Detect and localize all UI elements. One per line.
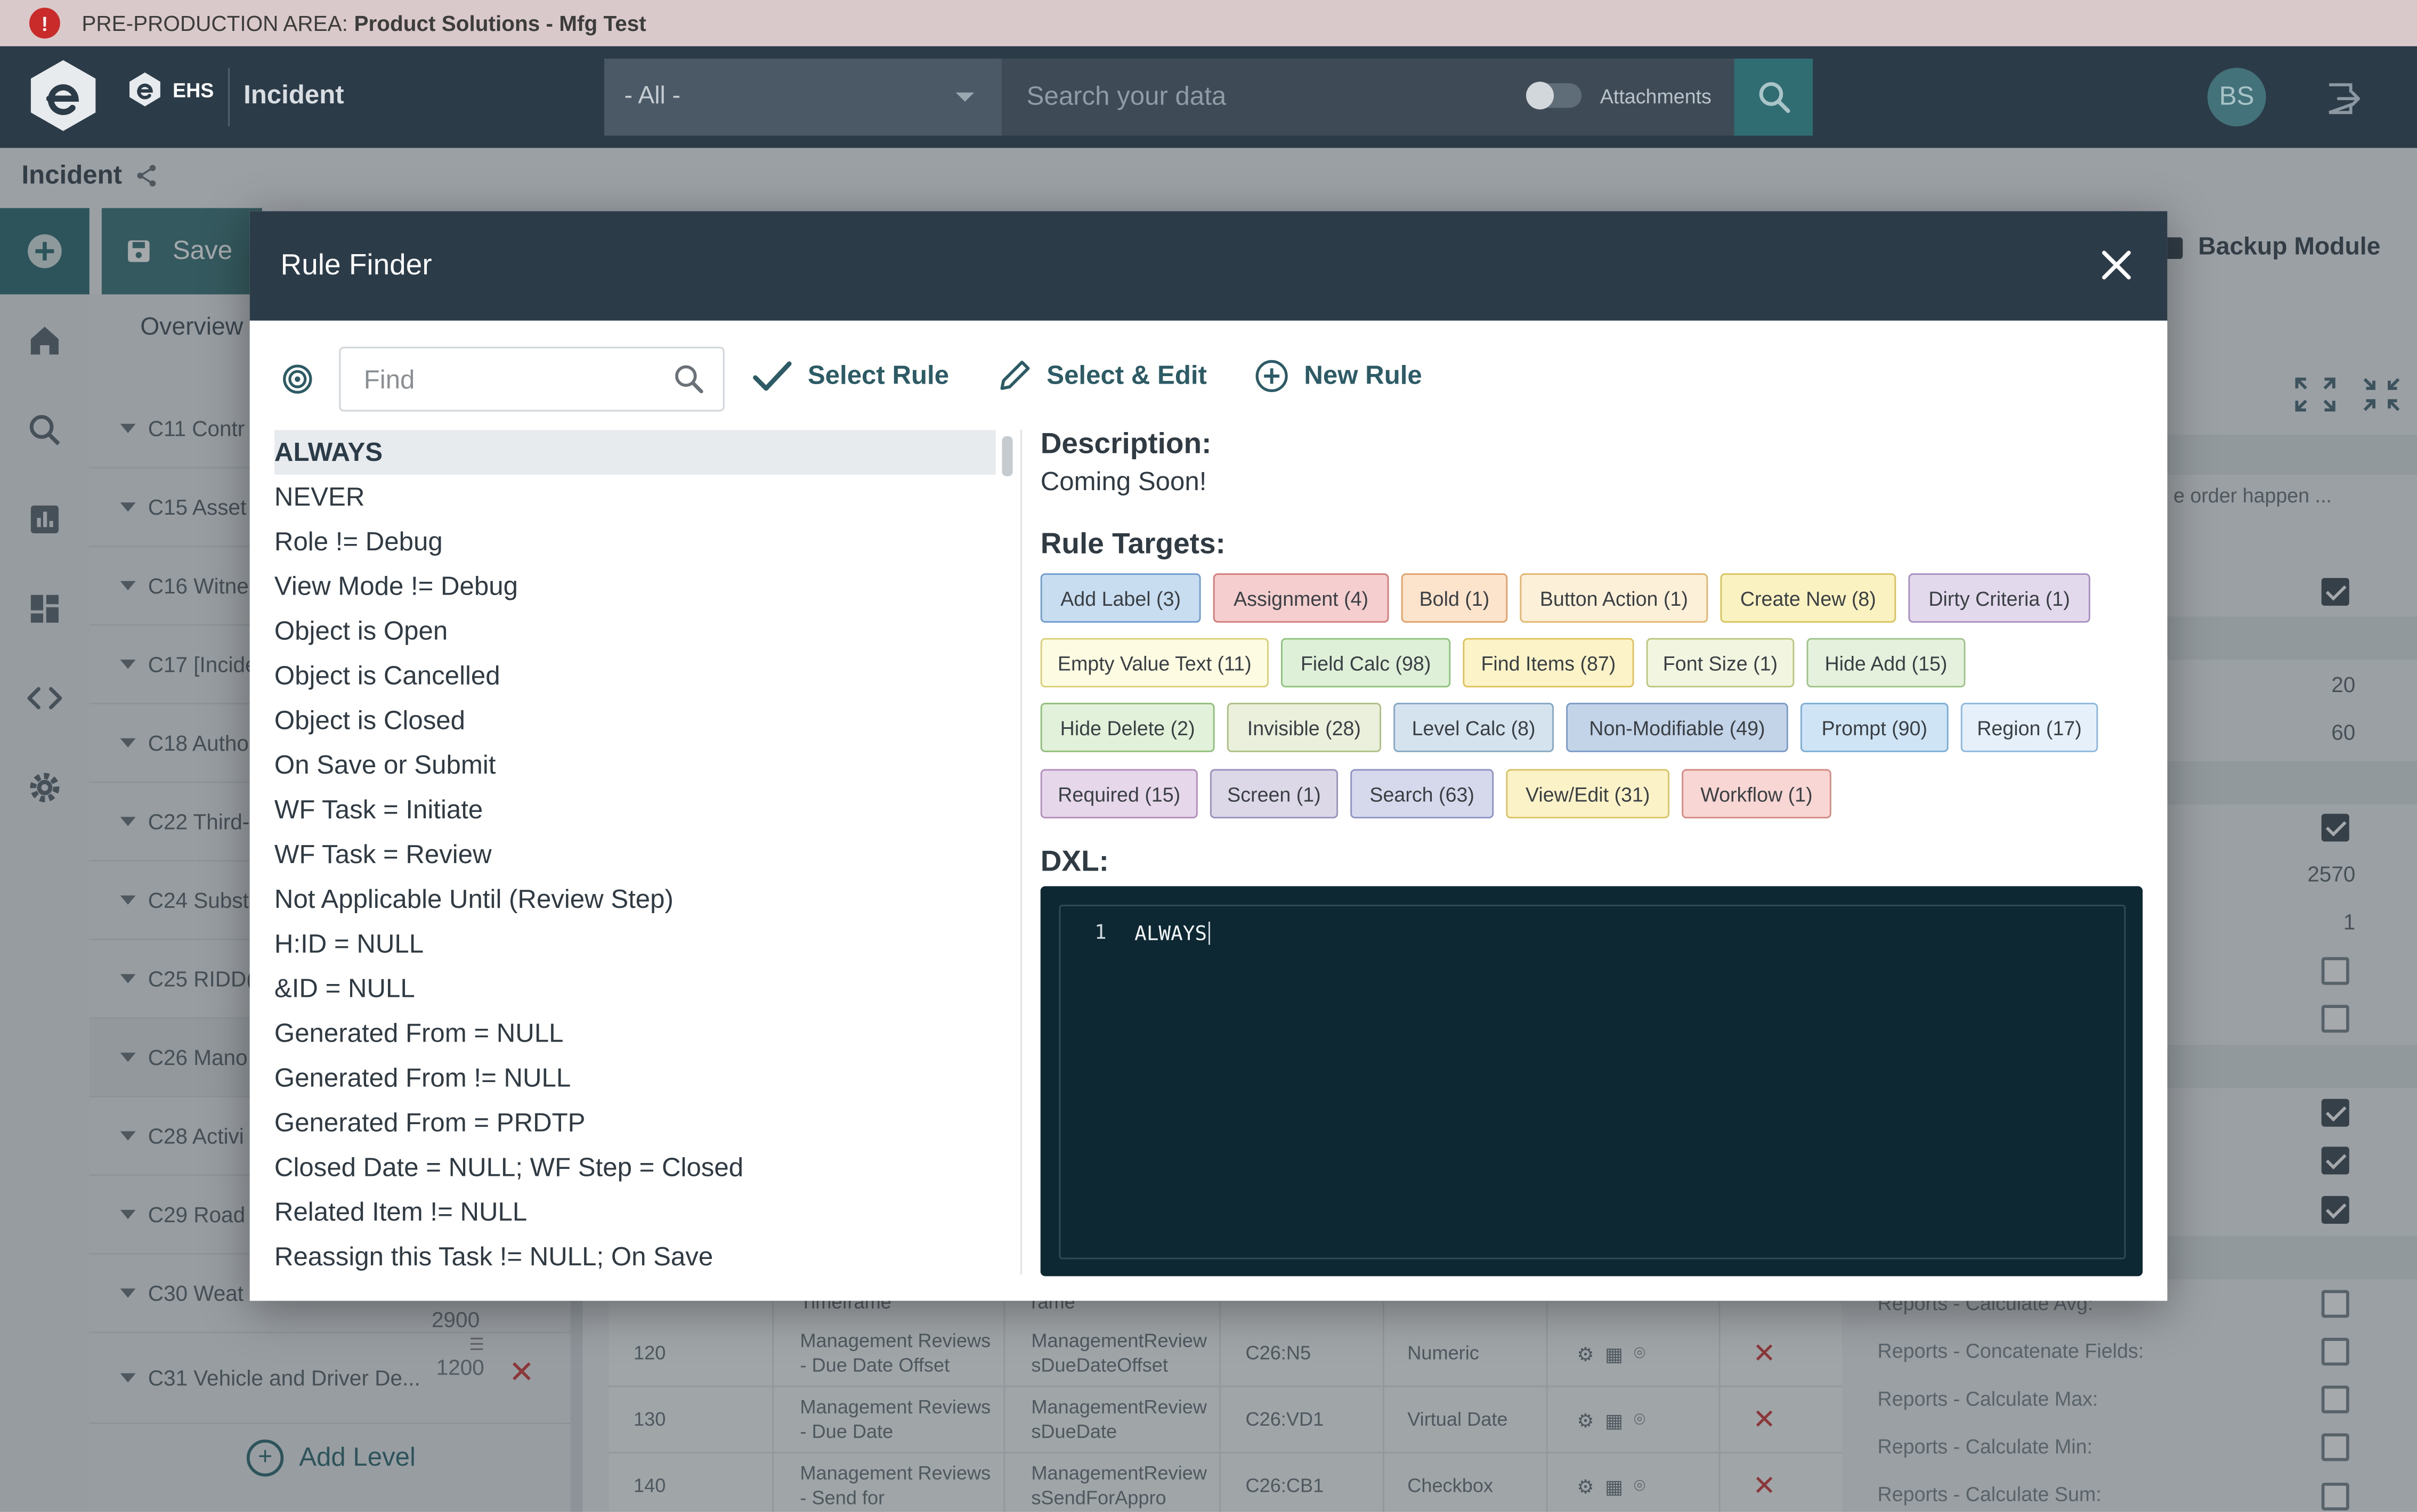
close-icon[interactable] xyxy=(2099,248,2134,282)
rule-item[interactable]: Closed Date = NULL; WF Step = Closed xyxy=(274,1145,996,1190)
rule-item[interactable]: On Save or Submit xyxy=(274,743,996,787)
rule-item[interactable]: WF Task = Review xyxy=(274,832,996,877)
alert-icon: ! xyxy=(29,7,60,39)
target-chip[interactable]: Region (17) xyxy=(1960,703,2098,752)
select-rule-button[interactable]: Select Rule xyxy=(752,359,949,393)
user-avatar[interactable]: BS xyxy=(2207,68,2266,127)
rule-item[interactable]: H:ID = NULL xyxy=(274,922,996,966)
search-button[interactable] xyxy=(1734,58,1813,136)
target-chip[interactable]: Hide Delete (2) xyxy=(1040,703,1215,752)
target-chip[interactable]: Bold (1) xyxy=(1401,573,1508,623)
target-chip[interactable]: Level Calc (8) xyxy=(1393,703,1554,752)
target-chip[interactable]: Empty Value Text (11) xyxy=(1040,638,1269,688)
attachments-toggle[interactable] xyxy=(1526,82,1582,110)
logout-icon[interactable] xyxy=(2324,80,2361,117)
target-chip[interactable]: Non-Modifiable (49) xyxy=(1566,703,1788,752)
find-input[interactable] xyxy=(360,363,660,398)
ehs-brand[interactable]: EHS xyxy=(126,71,214,108)
code-line: ALWAYS xyxy=(1134,922,1210,946)
target-chip[interactable]: Hide Add (15) xyxy=(1806,638,1966,688)
dxl-heading: DXL: xyxy=(1040,846,1109,879)
rule-list: ALWAYS NEVER Role != Debug View Mode != … xyxy=(274,430,996,1274)
code-editor[interactable]: 1 ALWAYS xyxy=(1059,905,2126,1259)
rule-list-scrollbar[interactable] xyxy=(1000,430,1016,1274)
select-rule-label: Select Rule xyxy=(807,360,950,390)
scope-value: - All - xyxy=(624,83,681,110)
select-edit-button[interactable]: Select & Edit xyxy=(997,359,1207,393)
dialog-title: Rule Finder xyxy=(280,249,432,282)
find-field xyxy=(339,346,725,412)
scope-select[interactable]: - All - xyxy=(604,58,1002,136)
select-edit-label: Select & Edit xyxy=(1047,360,1207,390)
preprod-banner: ! PRE-PRODUCTION AREA: Product Solutions… xyxy=(0,0,2417,46)
search-icon xyxy=(1758,82,1790,113)
target-chip[interactable]: Dirty Criteria (1) xyxy=(1908,573,2090,623)
rule-item[interactable]: Generated From = NULL xyxy=(274,1011,996,1056)
dialog-header: Rule Finder xyxy=(249,211,2168,321)
target-chip[interactable]: View/Edit (31) xyxy=(1506,769,1670,819)
checkmark-icon xyxy=(753,361,792,391)
app-logo-icon[interactable] xyxy=(28,59,99,133)
rule-item[interactable]: NEVER xyxy=(274,475,996,519)
target-chip[interactable]: Prompt (90) xyxy=(1800,703,1949,752)
description-heading: Description: xyxy=(1040,428,1212,461)
rule-item[interactable]: Object is Open xyxy=(274,609,996,654)
target-chip[interactable]: Create New (8) xyxy=(1720,573,1896,623)
rule-item[interactable]: Object is Closed xyxy=(274,698,996,743)
target-chip[interactable]: Search (63) xyxy=(1350,769,1494,819)
target-chip[interactable]: Add Label (3) xyxy=(1040,573,1201,623)
target-chip[interactable]: Font Size (1) xyxy=(1646,638,1795,688)
description-text: Coming Soon! xyxy=(1040,467,1207,497)
target-chip[interactable]: Screen (1) xyxy=(1210,769,1339,819)
plus-circle-icon xyxy=(1255,360,1288,392)
target-chip[interactable]: Button Action (1) xyxy=(1520,573,1708,623)
target-chip[interactable]: Find Items (87) xyxy=(1463,638,1634,688)
attachments-label: Attachments xyxy=(1600,85,1712,108)
dxl-editor: 1 ALWAYS xyxy=(1040,886,2143,1277)
header-divider xyxy=(228,68,230,127)
search-icon[interactable] xyxy=(674,364,704,395)
target-chip[interactable]: Field Calc (98) xyxy=(1281,638,1451,688)
rule-item[interactable]: &ID = NULL xyxy=(274,966,996,1011)
rule-item[interactable]: Role != Debug xyxy=(274,519,996,564)
line-number: 1 xyxy=(1094,921,1107,945)
target-chip[interactable]: Invisible (28) xyxy=(1227,703,1382,752)
target-chip[interactable]: Assignment (4) xyxy=(1213,573,1389,623)
rule-item[interactable]: View Mode != Debug xyxy=(274,564,996,609)
banner-prefix: PRE-PRODUCTION AREA: xyxy=(82,11,348,36)
ehs-logo-icon xyxy=(129,72,160,107)
ehs-label: EHS xyxy=(173,78,214,101)
rule-item[interactable]: Related Item != NULL xyxy=(274,1190,996,1234)
new-rule-label: New Rule xyxy=(1304,360,1422,390)
pencil-icon xyxy=(1000,360,1030,390)
target-icon[interactable] xyxy=(282,364,313,395)
rule-item[interactable]: Reassign this Task != NULL; On Save xyxy=(274,1234,996,1274)
chevron-down-icon xyxy=(955,92,975,102)
target-chip[interactable]: Workflow (1) xyxy=(1682,769,1831,819)
rule-item[interactable]: Object is Cancelled xyxy=(274,654,996,698)
new-rule-button[interactable]: New Rule xyxy=(1255,359,1422,393)
module-title: Incident xyxy=(244,80,344,110)
search-input[interactable] xyxy=(1023,80,1493,115)
rule-item[interactable]: ALWAYS xyxy=(274,430,996,475)
rule-item[interactable]: Generated From = PRDTP xyxy=(274,1101,996,1145)
rule-item[interactable]: WF Task = Initiate xyxy=(274,787,996,832)
rule-finder-dialog: Rule Finder Select Rule xyxy=(249,211,2168,1301)
scrollbar-thumb[interactable] xyxy=(1002,436,1013,476)
target-chip[interactable]: Required (15) xyxy=(1040,769,1198,819)
banner-name: Product Solutions - Mfg Test xyxy=(354,11,646,36)
rule-targets-heading: Rule Targets: xyxy=(1040,529,1226,562)
pane-divider xyxy=(1020,430,1022,1275)
rule-item[interactable]: Not Applicable Until (Review Step) xyxy=(274,877,996,922)
rule-item[interactable]: Generated From != NULL xyxy=(274,1056,996,1101)
